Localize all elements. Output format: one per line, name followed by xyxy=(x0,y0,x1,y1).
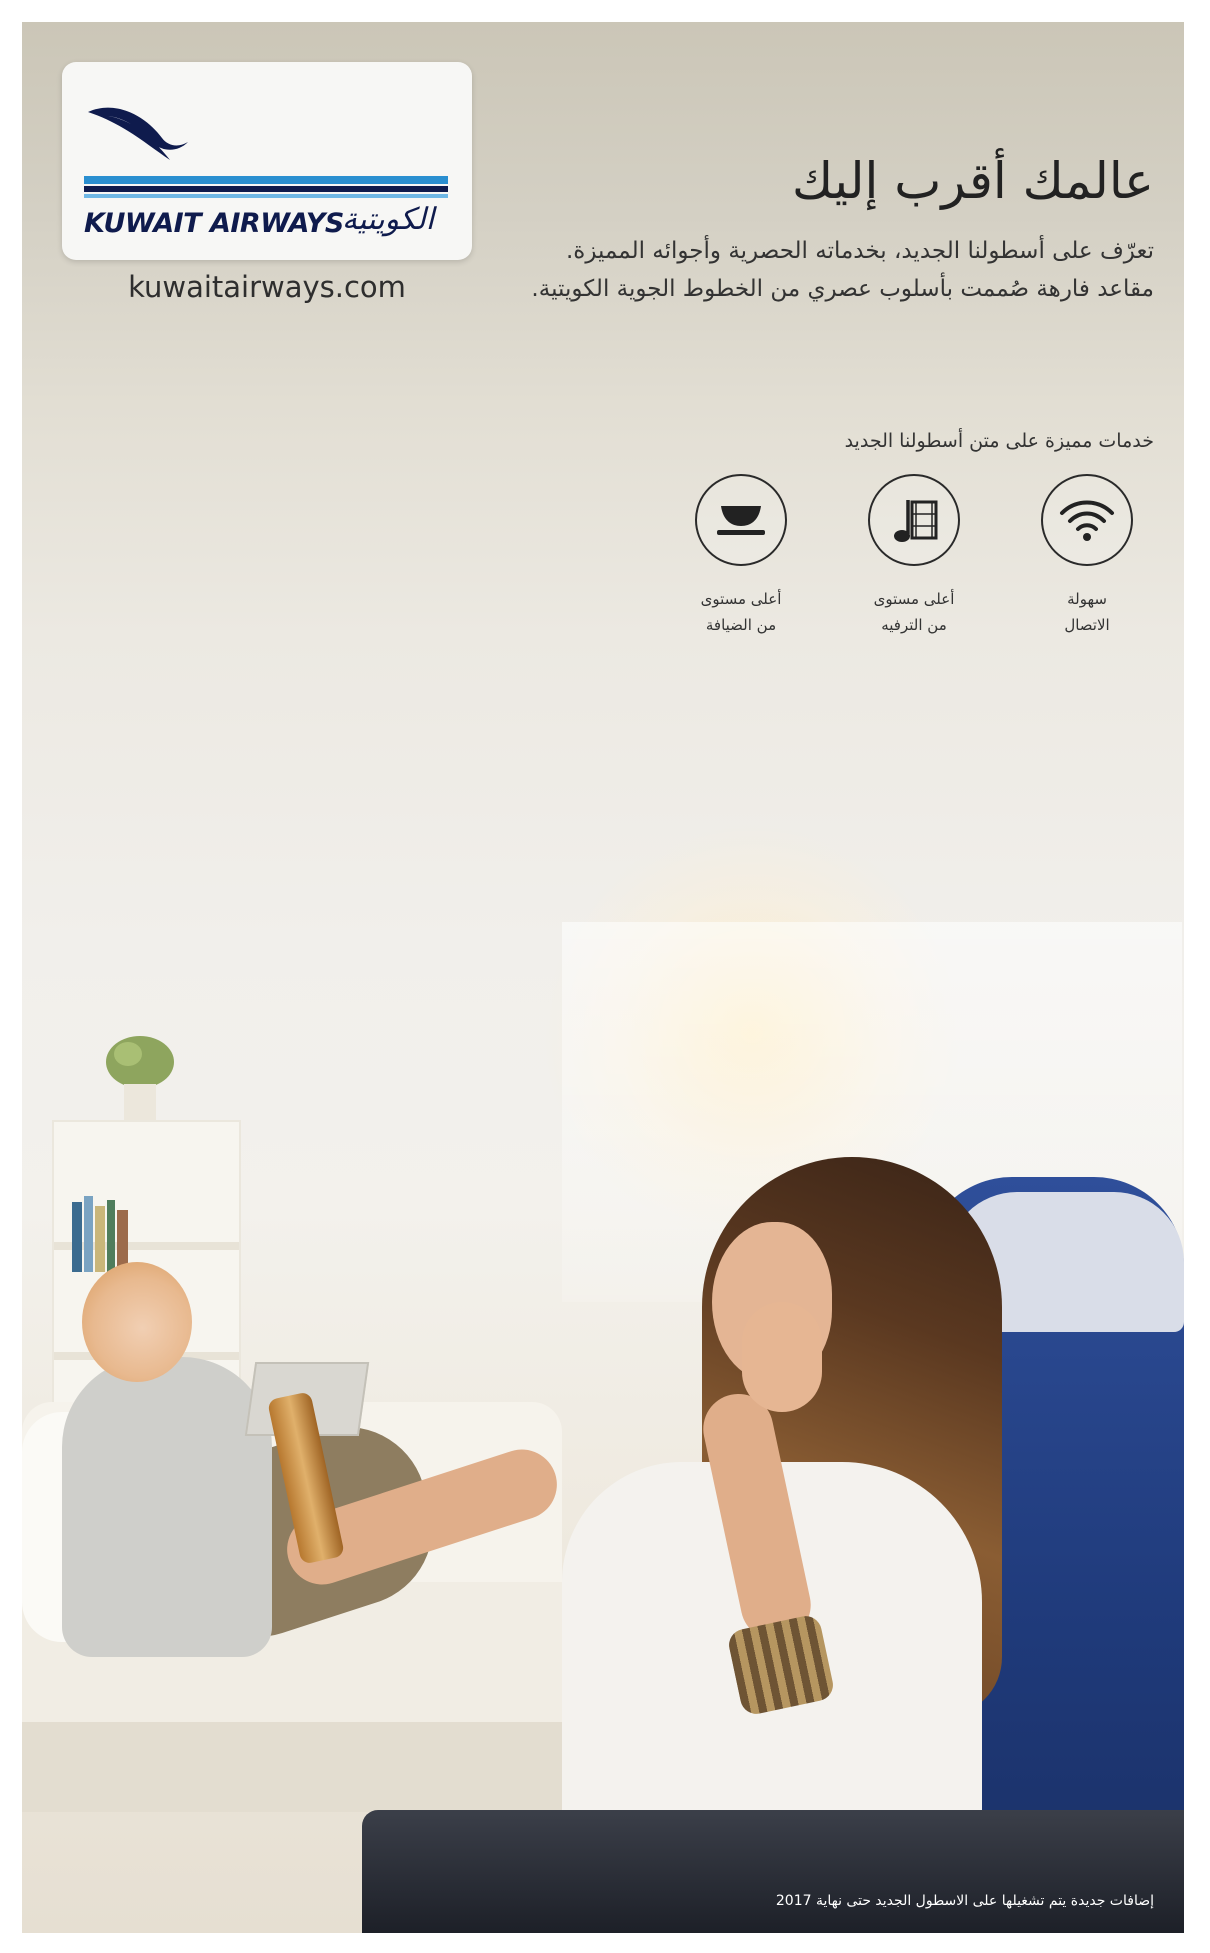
service-hospitality: أعلى مستوى من الضيافة xyxy=(676,474,806,638)
intro-line-1: تعرّف على أسطولنا الجديد، بخدماته الحصري… xyxy=(566,238,1154,264)
headline: عالمك أقرب إليك xyxy=(792,152,1154,210)
service-label-line1: أعلى مستوى xyxy=(873,590,955,608)
service-circle xyxy=(695,474,787,566)
service-label-line2: من الترفيه xyxy=(881,616,947,634)
service-label-line1: أعلى مستوى xyxy=(700,590,782,608)
footer-note: إضافات جديدة يتم تشغيلها على الاسطول الج… xyxy=(775,1893,1154,1909)
service-label: سهولة الاتصال xyxy=(1022,586,1152,638)
logo-stripe-navy xyxy=(84,186,448,192)
wifi-icon xyxy=(1060,500,1114,541)
service-circle xyxy=(868,474,960,566)
advertisement: KUWAIT AIRWAYS الكويتية kuwaitairways.co… xyxy=(22,22,1184,1933)
service-circle xyxy=(1041,474,1133,566)
plant-icon xyxy=(106,1036,174,1120)
service-label-line1: سهولة xyxy=(1067,590,1107,608)
service-label-line2: الاتصال xyxy=(1064,616,1110,634)
service-entertainment: أعلى مستوى من الترفيه xyxy=(849,474,979,638)
service-label-line2: من الضيافة xyxy=(705,616,777,634)
books-icon xyxy=(72,1196,128,1272)
services-title: خدمات مميزة على متن أسطولنا الجديد xyxy=(844,430,1154,452)
service-label: أعلى مستوى من الضيافة xyxy=(676,586,806,638)
seat-armrest xyxy=(362,1810,1184,1933)
brand-name-en: KUWAIT AIRWAYS xyxy=(84,208,344,239)
woman-on-sofa-body xyxy=(62,1357,272,1657)
logo-card[interactable]: KUWAIT AIRWAYS الكويتية xyxy=(62,62,472,260)
service-connectivity: سهولة الاتصال xyxy=(1022,474,1152,638)
website-link[interactable]: kuwaitairways.com xyxy=(62,270,472,304)
music-film-icon xyxy=(894,500,938,542)
logo-stripe-blue xyxy=(84,176,448,184)
sofa-base xyxy=(22,1722,582,1812)
bird-logo-icon xyxy=(88,107,188,160)
logo-stripe-light xyxy=(84,194,448,198)
brand-name-ar: الكويتية xyxy=(342,202,435,237)
passenger-waving-hand xyxy=(742,1302,822,1412)
service-label: أعلى مستوى من الترفيه xyxy=(849,586,979,638)
woman-on-sofa-head xyxy=(82,1262,192,1382)
dining-bowl-icon xyxy=(717,506,765,535)
intro-line-2: مقاعد فارهة صُممت بأسلوب عصري من الخطوط … xyxy=(531,276,1154,302)
intro-text: تعرّف على أسطولنا الجديد، بخدماته الحصري… xyxy=(531,232,1154,308)
